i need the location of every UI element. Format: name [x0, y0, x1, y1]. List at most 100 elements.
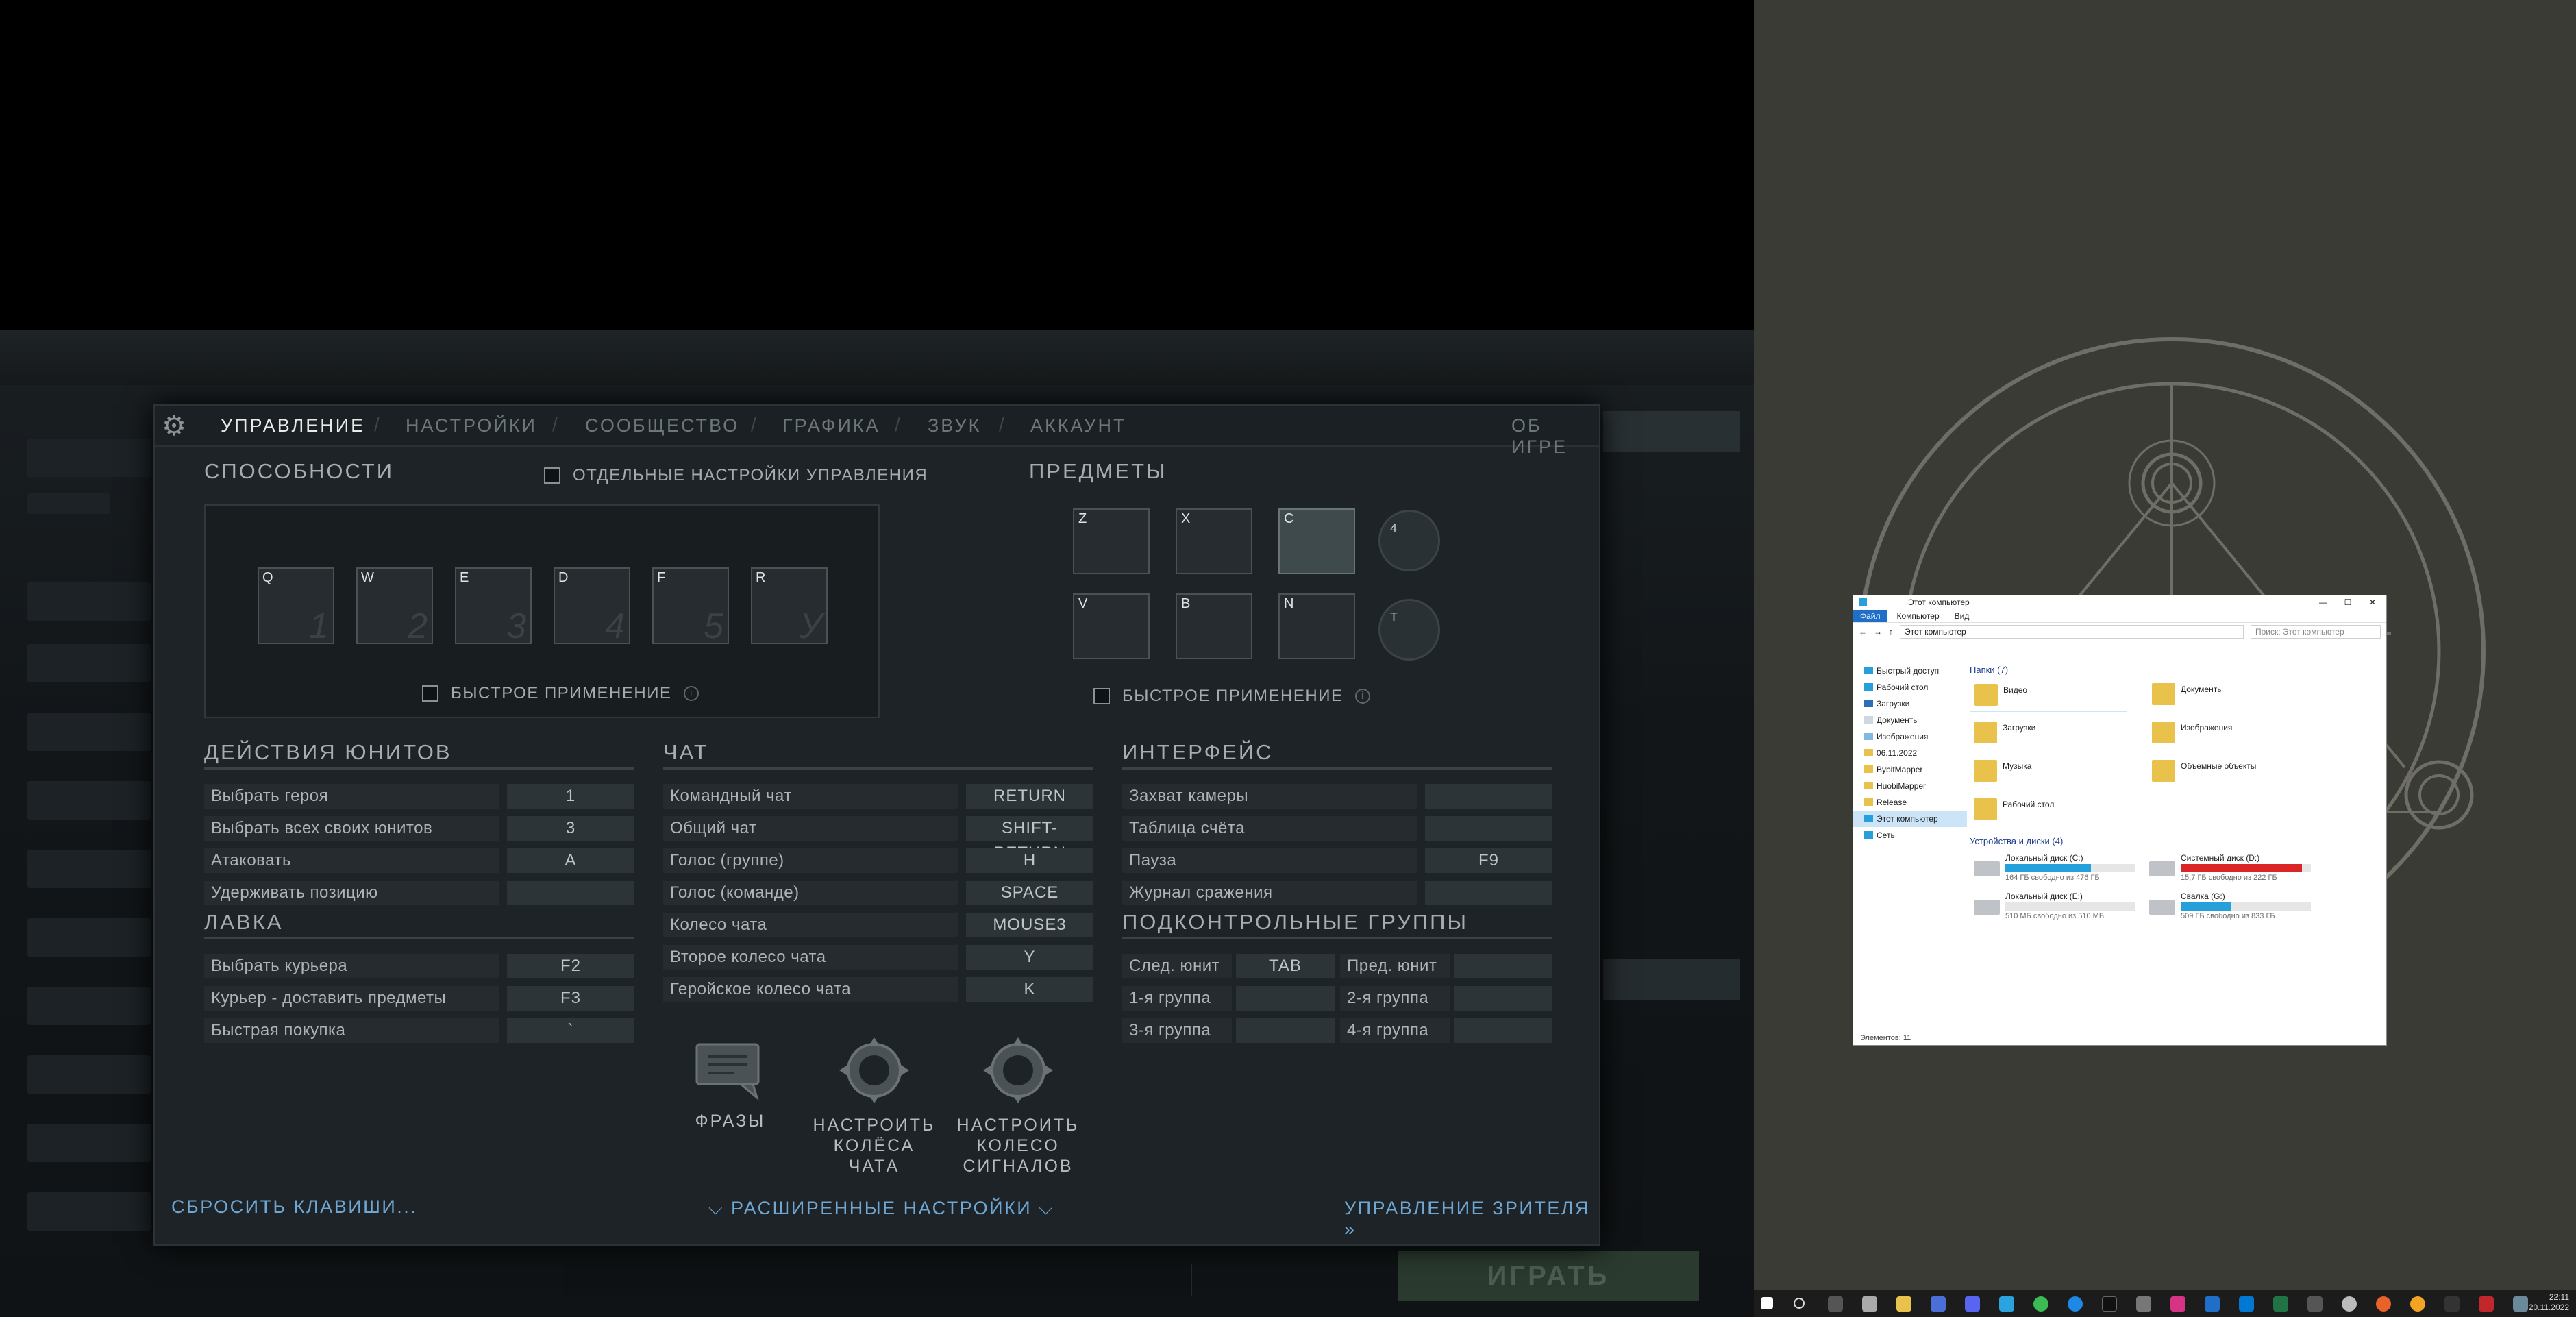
folder-music[interactable]: Музыка	[1970, 754, 2127, 789]
items-quick-cast-checkbox[interactable]	[1093, 688, 1110, 704]
tab-sound[interactable]: ЗВУК	[928, 415, 981, 436]
nav-item-this-pc[interactable]: Этот компьютер	[1853, 811, 1967, 827]
discord-icon[interactable]	[1965, 1296, 1980, 1312]
app-icon[interactable]	[2342, 1296, 2357, 1312]
abilities-quick-cast-checkbox[interactable]	[422, 685, 438, 702]
folder-3d-objects[interactable]: Объемные объекты	[2148, 754, 2305, 789]
drives-group-header[interactable]: Устройства и диски (4)	[1970, 834, 2063, 849]
vscode-icon[interactable]	[2239, 1296, 2254, 1312]
phrases-button[interactable]: ФРАЗЫ	[676, 1040, 785, 1131]
app-icon[interactable]	[2136, 1296, 2151, 1312]
nav-item[interactable]: Изображения	[1853, 728, 1967, 745]
close-icon[interactable]: ✕	[2368, 598, 2377, 607]
folder-pictures[interactable]: Изображения	[2148, 716, 2305, 750]
drive-c[interactable]: Локальный диск (C:) 164 ГБ свободно из 47…	[1970, 852, 2141, 886]
tab-about[interactable]: ОБ ИГРЕ	[1511, 415, 1599, 458]
nav-item[interactable]: 06.11.2022	[1853, 745, 1967, 761]
item-slot-n[interactable]: N	[1278, 593, 1355, 659]
nav-item[interactable]: Рабочий стол	[1853, 679, 1967, 696]
edge-icon[interactable]	[2068, 1296, 2083, 1312]
drive-e[interactable]: Локальный диск (E:) 510 МБ свободно из 51…	[1970, 890, 2141, 924]
tab-account[interactable]: АККАУНТ	[1030, 415, 1126, 436]
forward-arrow-icon[interactable]: →	[1874, 627, 1882, 637]
ability-slot-q[interactable]: Q1	[258, 567, 334, 646]
abilities-quick-cast[interactable]: БЫСТРОЕ ПРИМЕНЕНИЕ i	[422, 684, 699, 703]
unit-action-key[interactable]: A	[507, 848, 634, 873]
search-icon[interactable]	[1794, 1298, 1805, 1309]
configure-ping-wheel-button[interactable]: НАСТРОИТЬ КОЛЕСО СИГНАЛОВ	[956, 1035, 1080, 1177]
app-icon[interactable]	[2170, 1296, 2185, 1312]
info-icon[interactable]: i	[684, 686, 699, 701]
chat-key[interactable]: K	[966, 977, 1093, 1002]
chat-key[interactable]: H	[966, 848, 1093, 873]
control-group-key[interactable]	[1454, 1018, 1552, 1043]
app-icon[interactable]	[2513, 1296, 2528, 1312]
control-group-key[interactable]	[1236, 1018, 1335, 1043]
interface-key[interactable]	[1425, 881, 1552, 905]
tp-scroll-slot[interactable]: T	[1378, 599, 1440, 661]
chat-key[interactable]: SPACE	[966, 881, 1093, 905]
app-icon[interactable]	[1931, 1296, 1946, 1312]
start-windows-icon[interactable]	[1761, 1297, 1773, 1309]
task-view-icon[interactable]	[1828, 1296, 1843, 1312]
item-slot-v[interactable]: V	[1073, 593, 1150, 659]
drive-g[interactable]: Свалка (G:) 509 ГБ свободно из 833 ГБ	[2145, 890, 2316, 924]
address-bar[interactable]: Этот компьютер	[1900, 625, 2244, 639]
nav-item[interactable]: Быстрый доступ	[1853, 663, 1967, 679]
items-quick-cast[interactable]: БЫСТРОЕ ПРИМЕНЕНИЕ i	[1093, 687, 1371, 706]
control-group-key[interactable]: TAB	[1236, 954, 1335, 978]
nav-item[interactable]: Release	[1853, 794, 1967, 811]
terminal-icon[interactable]	[2102, 1296, 2117, 1312]
nav-item[interactable]: Документы	[1853, 712, 1967, 728]
clock[interactable]: 22:11 20.11.2022	[2529, 1292, 2569, 1313]
shop-key[interactable]: F3	[507, 986, 634, 1011]
reset-keys-link[interactable]: СБРОСИТЬ КЛАВИШИ...	[171, 1196, 417, 1218]
spectator-controls-link[interactable]: УПРАВЛЕНИЕ ЗРИТЕЛЯ »	[1344, 1198, 1599, 1240]
ribbon-tab-file[interactable]: Файл	[1853, 609, 1887, 622]
tab-settings[interactable]: НАСТРОЙКИ	[406, 415, 537, 436]
separate-settings-toggle[interactable]: ОТДЕЛЬНЫЕ НАСТРОЙКИ УПРАВЛЕНИЯ	[544, 466, 928, 485]
chat-key[interactable]: Y	[966, 945, 1093, 970]
drive-d[interactable]: Системный диск (D:) 15,7 ГБ свободно из 2…	[2145, 852, 2316, 886]
ribbon-tab-computer[interactable]: Компьютер	[1897, 611, 1940, 621]
telegram-icon[interactable]	[1999, 1296, 2014, 1312]
control-group-key[interactable]	[1236, 986, 1335, 1011]
ability-slot-d[interactable]: D4	[554, 567, 630, 646]
folders-group-header[interactable]: Папки (7)	[1970, 663, 2385, 678]
advanced-settings-toggle[interactable]: ⌵ РАСШИРЕННЫЕ НАСТРОЙКИ ⌵	[708, 1198, 1054, 1220]
chrome-icon[interactable]	[2033, 1296, 2048, 1312]
app-icon[interactable]	[2205, 1296, 2220, 1312]
control-group-key[interactable]	[1454, 954, 1552, 978]
item-slot-c[interactable]: C	[1278, 508, 1355, 574]
app-icon[interactable]	[2307, 1296, 2323, 1312]
ribbon-tab-view[interactable]: Вид	[1955, 611, 1970, 621]
interface-key[interactable]: F9	[1425, 848, 1552, 873]
nav-item[interactable]: Сеть	[1853, 827, 1967, 844]
nav-item[interactable]: HuobiMapper	[1853, 778, 1967, 794]
ability-slot-e[interactable]: E3	[455, 567, 532, 646]
up-arrow-icon[interactable]: ↑	[1889, 627, 1893, 637]
nav-item[interactable]: Загрузки	[1853, 696, 1967, 712]
neutral-item-slot[interactable]: 4	[1378, 510, 1440, 571]
interface-key[interactable]	[1425, 784, 1552, 809]
tab-controls[interactable]: УПРАВЛЕНИЕ	[221, 415, 365, 436]
item-slot-z[interactable]: Z	[1073, 508, 1150, 574]
separate-settings-checkbox[interactable]	[544, 467, 560, 484]
folder-desktop[interactable]: Рабочий стол	[1970, 793, 2127, 827]
tab-community[interactable]: СООБЩЕСТВО	[585, 415, 739, 436]
app-icon[interactable]	[2376, 1296, 2391, 1312]
unit-action-key[interactable]: 1	[507, 784, 634, 809]
unit-action-key[interactable]: 3	[507, 816, 634, 841]
control-group-key[interactable]	[1454, 986, 1552, 1011]
game-chat-bar[interactable]	[562, 1264, 1192, 1296]
item-slot-b[interactable]: B	[1176, 593, 1252, 659]
chat-key[interactable]: SHIFT-RETURN	[966, 816, 1093, 862]
maximize-icon[interactable]: ☐	[2344, 598, 2352, 607]
dota-icon[interactable]	[2479, 1296, 2494, 1312]
folder-documents[interactable]: Документы	[2148, 678, 2305, 712]
folder-downloads[interactable]: Загрузки	[1970, 716, 2127, 750]
file-explorer-icon[interactable]	[1896, 1296, 1911, 1312]
search-input[interactable]: Поиск: Этот компьютер	[2251, 625, 2381, 639]
chat-key[interactable]: RETURN	[966, 784, 1093, 809]
excel-icon[interactable]	[2273, 1296, 2288, 1312]
